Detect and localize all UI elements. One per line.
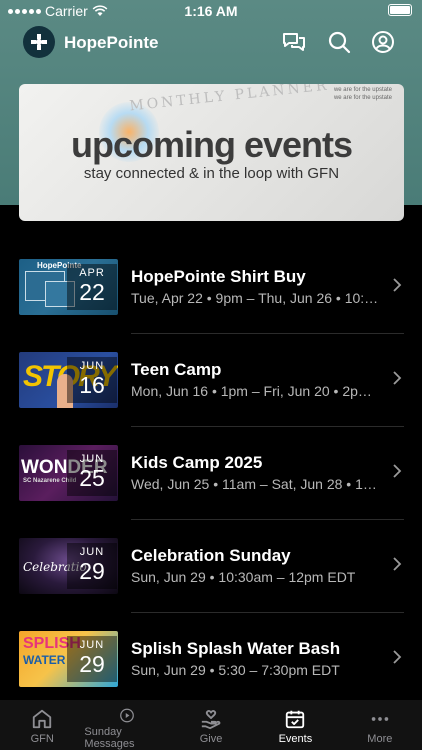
account-icon[interactable] (371, 30, 395, 54)
event-title: Teen Camp (131, 360, 222, 379)
upcoming-events-banner[interactable]: MONTHLY PLANNER we are for the upstate we… (19, 84, 404, 221)
event-thumbnail: HopePointe APR 22 (19, 259, 118, 315)
status-bar: Carrier 1:16 AM (0, 0, 422, 22)
event-title: Celebration Sunday (131, 546, 291, 565)
event-title: Kids Camp 2025 (131, 453, 263, 472)
more-dots-icon (371, 717, 389, 721)
chevron-right-icon (393, 464, 402, 478)
chevron-right-icon (393, 650, 402, 664)
event-row[interactable]: WONDER SC Nazarene Child JUN 25 Kids Camp… (0, 426, 422, 519)
chevron-right-icon (393, 557, 402, 571)
battery-icon (388, 4, 412, 16)
event-row[interactable]: Celebratio JUN 29 Celebration Sunday Sun,… (0, 519, 422, 612)
event-details: Sun, Jun 29 • 10:30am – 12pm EDT (131, 569, 356, 585)
status-time: 1:16 AM (184, 3, 238, 19)
app-bar: HopePointe (0, 26, 422, 66)
event-details: Mon, Jun 16 • 1pm – Fri, Jun 20 • 2pm ED… (131, 383, 383, 399)
tab-more[interactable]: More (338, 700, 422, 750)
home-icon (33, 709, 52, 729)
chat-icon[interactable] (282, 30, 306, 54)
event-details: Wed, Jun 25 • 11am – Sat, Jun 28 • 1pm E… (131, 476, 383, 492)
event-row[interactable]: HopePointe APR 22 HopePointe Shirt Buy Tu… (0, 240, 422, 333)
search-icon[interactable] (327, 30, 351, 54)
chevron-right-icon (393, 371, 402, 385)
play-circle-icon (119, 708, 134, 723)
event-thumbnail: Celebratio JUN 29 (19, 538, 118, 594)
event-details: Sun, Jun 29 • 5:30 – 7:30pm EDT (131, 662, 340, 678)
tab-gfn[interactable]: GFN (0, 700, 84, 750)
event-title: HopePointe Shirt Buy (131, 267, 306, 286)
event-row[interactable]: SPLISH WATER JUN 29 Splish Splash Water B… (0, 612, 422, 705)
app-title: HopePointe (64, 33, 159, 52)
tab-label: Give (199, 733, 223, 745)
give-heart-hand-icon (201, 710, 221, 730)
banner-subtitle: stay connected & in the loop with GFN (83, 165, 340, 182)
tab-label: Events (278, 733, 313, 745)
calendar-icon (286, 710, 305, 729)
tab-sunday-messages[interactable]: Sunday Messages (84, 700, 168, 750)
banner-planner-text: MONTHLY PLANNER (128, 84, 331, 115)
tab-label: More (367, 733, 393, 745)
tab-label: Sunday Messages (84, 726, 135, 750)
tab-label: GFN (30, 733, 54, 745)
tab-give[interactable]: Give (169, 700, 253, 750)
event-title: Splish Splash Water Bash (131, 639, 341, 658)
event-row[interactable]: STORY JUN16 Teen Camp Mon, Jun 16 • 1pm … (0, 333, 422, 426)
hopepointe-logo-icon[interactable] (23, 26, 55, 58)
tab-bar: GFN Sunday Messages Give Events More (0, 700, 422, 750)
banner-title: upcoming events (70, 124, 353, 165)
events-list: HopePointe APR 22 HopePointe Shirt Buy Tu… (0, 240, 422, 705)
event-thumbnail: WONDER SC Nazarene Child JUN 25 (19, 445, 118, 501)
banner-tagline: we are for the upstate we are for the ups… (333, 87, 392, 101)
tab-events[interactable]: Events (253, 700, 337, 750)
event-thumbnail: SPLISH WATER JUN 29 (19, 631, 118, 687)
event-thumbnail: STORY JUN16 (19, 352, 118, 408)
event-details: Tue, Apr 22 • 9pm – Thu, Jun 26 • 10:59p… (131, 290, 383, 306)
chevron-right-icon (393, 278, 402, 292)
